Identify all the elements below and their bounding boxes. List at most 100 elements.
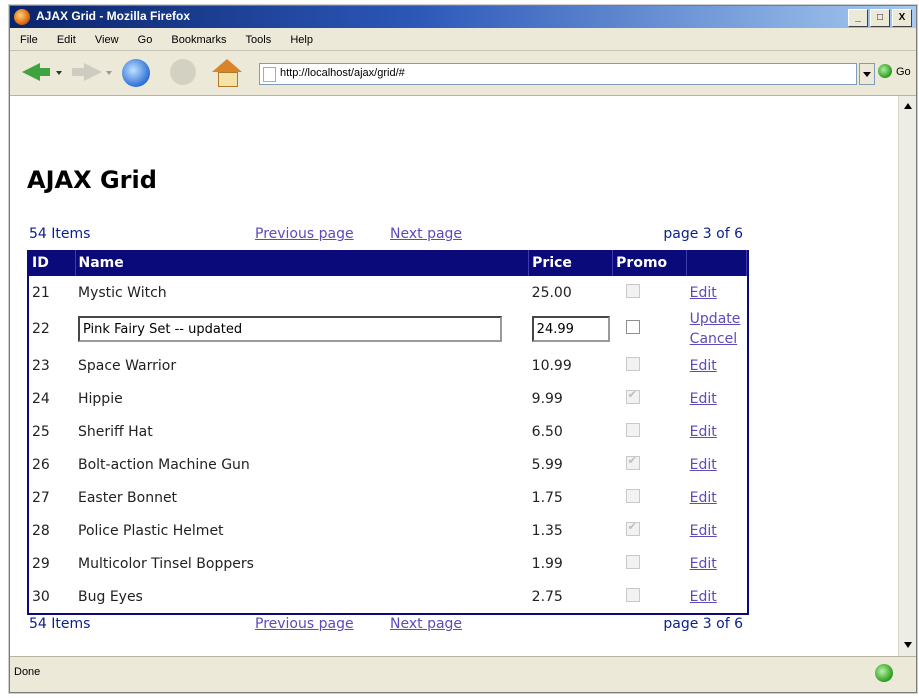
promo-checkbox bbox=[625, 283, 640, 298]
row-name: Mystic Witch bbox=[78, 284, 167, 301]
window-title: AJAX Grid - Mozilla Firefox bbox=[36, 9, 191, 23]
row-price: 5.99 bbox=[531, 456, 563, 473]
forward-history-dropdown-icon[interactable] bbox=[106, 71, 112, 75]
menu-go[interactable]: Go bbox=[138, 29, 153, 51]
table-row: 25 Sheriff Hat 6.50 Edit bbox=[29, 415, 747, 448]
status-bar: Done bbox=[10, 656, 916, 692]
address-bar[interactable]: http://localhost/ajax/grid/# bbox=[259, 63, 857, 85]
reload-icon[interactable] bbox=[122, 59, 150, 87]
edit-link[interactable]: Edit bbox=[690, 285, 717, 301]
page-info: page 3 of 6 bbox=[663, 616, 743, 632]
home-icon[interactable] bbox=[212, 59, 242, 87]
go-icon[interactable] bbox=[878, 64, 892, 78]
menu-help[interactable]: Help bbox=[290, 29, 313, 51]
status-indicator-icon bbox=[875, 664, 893, 682]
stop-icon[interactable] bbox=[170, 59, 196, 85]
vertical-scrollbar[interactable] bbox=[898, 96, 916, 656]
page-content: AJAX Grid 54 Items Previous page Next pa… bbox=[10, 96, 898, 656]
page-title: AJAX Grid bbox=[27, 166, 157, 194]
data-grid: ID Name Price Promo 21 Mystic Witch 25.0… bbox=[27, 250, 749, 615]
next-page-link[interactable]: Next page bbox=[390, 616, 462, 632]
go-button-label[interactable]: Go bbox=[896, 66, 911, 78]
menu-view[interactable]: View bbox=[95, 29, 119, 51]
edit-link[interactable]: Edit bbox=[690, 556, 717, 572]
row-promo bbox=[613, 481, 687, 514]
row-price: 1.35 bbox=[531, 522, 563, 539]
row-action: Edit bbox=[687, 415, 747, 448]
row-action: Edit bbox=[687, 448, 747, 481]
table-row: 27 Easter Bonnet 1.75 Edit bbox=[29, 481, 747, 514]
row-action: Edit bbox=[687, 276, 747, 309]
grid-table: ID Name Price Promo 21 Mystic Witch 25.0… bbox=[29, 250, 747, 613]
edit-link[interactable]: Edit bbox=[690, 457, 717, 473]
back-history-dropdown-icon[interactable] bbox=[56, 71, 62, 75]
status-text: Done bbox=[14, 666, 41, 678]
page-info: page 3 of 6 bbox=[663, 226, 743, 242]
maximize-button[interactable]: □ bbox=[870, 9, 890, 27]
promo-checkbox bbox=[625, 488, 640, 503]
menu-edit[interactable]: Edit bbox=[57, 29, 76, 51]
row-id: 28 bbox=[32, 522, 50, 539]
price-edit-input[interactable] bbox=[531, 316, 610, 342]
edit-link[interactable]: Edit bbox=[690, 589, 717, 605]
row-name: Bolt-action Machine Gun bbox=[78, 456, 250, 473]
cancel-link[interactable]: Cancel bbox=[690, 329, 744, 349]
row-price: 2.75 bbox=[531, 588, 563, 605]
row-action: Edit bbox=[687, 481, 747, 514]
menu-tools[interactable]: Tools bbox=[246, 29, 272, 51]
scroll-up-arrow-icon[interactable] bbox=[901, 99, 915, 115]
back-arrow-icon[interactable] bbox=[22, 59, 50, 85]
row-action: Edit bbox=[687, 547, 747, 580]
menu-bookmarks[interactable]: Bookmarks bbox=[171, 29, 226, 51]
row-promo bbox=[613, 309, 687, 349]
previous-page-link[interactable]: Previous page bbox=[255, 616, 354, 632]
table-row-editing: 22 Update Cancel bbox=[29, 309, 747, 349]
next-page-link[interactable]: Next page bbox=[390, 226, 462, 242]
header-name: Name bbox=[75, 250, 530, 276]
minimize-button[interactable]: _ bbox=[848, 9, 868, 27]
row-id: 29 bbox=[32, 555, 50, 572]
header-promo: Promo bbox=[612, 250, 688, 276]
row-name bbox=[75, 309, 529, 349]
edit-link[interactable]: Edit bbox=[690, 424, 717, 440]
update-link[interactable]: Update bbox=[690, 309, 744, 329]
row-price: 1.75 bbox=[531, 489, 563, 506]
row-name: Easter Bonnet bbox=[78, 489, 178, 506]
row-action: Update Cancel bbox=[687, 309, 747, 349]
edit-link[interactable]: Edit bbox=[690, 358, 717, 374]
row-id: 21 bbox=[32, 284, 50, 301]
url-dropdown-icon[interactable] bbox=[859, 63, 875, 85]
close-button[interactable]: X bbox=[892, 9, 912, 27]
table-row: 26 Bolt-action Machine Gun 5.99 Edit bbox=[29, 448, 747, 481]
row-name: Space Warrior bbox=[78, 357, 177, 374]
previous-page-link[interactable]: Previous page bbox=[255, 226, 354, 242]
row-id: 24 bbox=[32, 390, 50, 407]
row-price: 9.99 bbox=[531, 390, 563, 407]
row-name: Bug Eyes bbox=[78, 588, 143, 605]
promo-checkbox bbox=[625, 388, 640, 404]
row-id: 25 bbox=[32, 423, 50, 440]
row-price: 25.00 bbox=[531, 284, 572, 301]
row-action: Edit bbox=[687, 580, 747, 613]
menu-file[interactable]: File bbox=[20, 29, 38, 51]
row-name: Police Plastic Helmet bbox=[78, 522, 224, 539]
scroll-down-arrow-icon[interactable] bbox=[901, 637, 915, 653]
row-promo bbox=[613, 547, 687, 580]
row-name: Hippie bbox=[78, 390, 123, 407]
edit-link[interactable]: Edit bbox=[690, 391, 717, 407]
row-action: Edit bbox=[687, 514, 747, 547]
url-text[interactable]: http://localhost/ajax/grid/# bbox=[280, 67, 405, 79]
forward-arrow-icon[interactable] bbox=[72, 59, 102, 85]
edit-link[interactable]: Edit bbox=[690, 490, 717, 506]
row-price bbox=[529, 309, 613, 349]
header-id: ID bbox=[29, 250, 76, 276]
name-edit-input[interactable] bbox=[78, 316, 502, 342]
row-id: 23 bbox=[32, 357, 50, 374]
top-pager: 54 Items Previous page Next page page 3 … bbox=[26, 226, 746, 246]
edit-link[interactable]: Edit bbox=[690, 523, 717, 539]
promo-checkbox[interactable] bbox=[625, 320, 640, 334]
promo-checkbox bbox=[625, 422, 640, 437]
row-price: 10.99 bbox=[531, 357, 572, 374]
row-id: 22 bbox=[32, 321, 50, 337]
row-promo bbox=[613, 349, 687, 382]
